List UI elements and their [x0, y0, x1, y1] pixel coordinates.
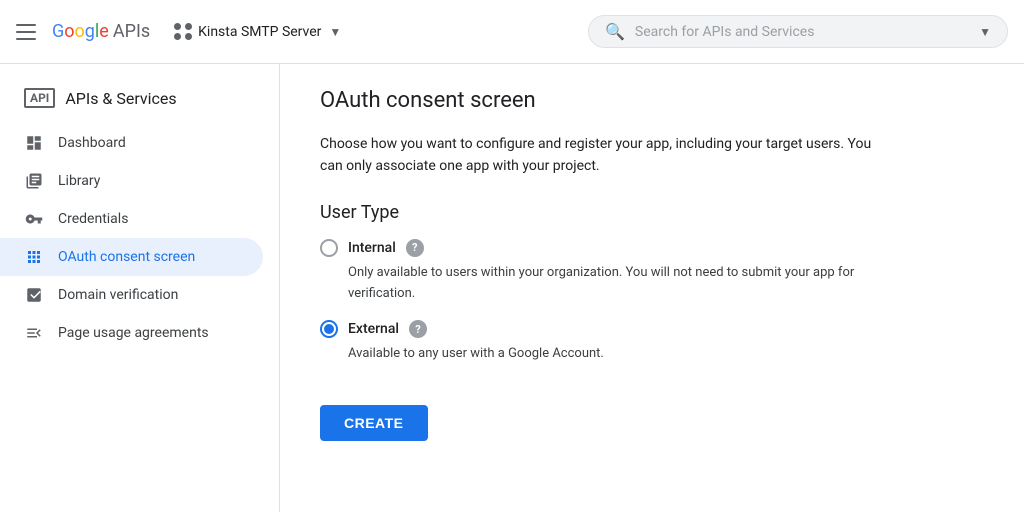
sidebar-item-credentials[interactable]: Credentials — [0, 200, 263, 238]
sidebar-item-domain[interactable]: Domain verification — [0, 276, 263, 314]
sidebar-item-domain-label: Domain verification — [58, 287, 178, 303]
user-type-title: User Type — [320, 202, 984, 223]
option-external: External ? Available to any user with a … — [320, 320, 984, 365]
api-badge: API — [24, 88, 55, 108]
project-name: Kinsta SMTP Server — [198, 24, 321, 40]
sidebar-item-oauth[interactable]: OAuth consent screen — [0, 238, 263, 276]
project-selector[interactable]: Kinsta SMTP Server ▼ — [166, 19, 349, 45]
search-bar[interactable]: 🔍 Search for APIs and Services ▼ — [588, 15, 1008, 48]
radio-row-internal: Internal ? — [320, 239, 984, 257]
dashboard-icon — [24, 134, 44, 152]
layout: API APIs & Services Dashboard Library Cr… — [0, 64, 1024, 512]
apis-text: APIs — [113, 21, 150, 42]
library-icon — [24, 172, 44, 190]
help-icon-internal[interactable]: ? — [406, 239, 424, 257]
sidebar-item-credentials-label: Credentials — [58, 211, 128, 227]
sidebar-item-library[interactable]: Library — [0, 162, 263, 200]
sidebar-header: API APIs & Services — [0, 72, 279, 124]
sidebar-section-title: APIs & Services — [65, 89, 176, 108]
create-button[interactable]: CREATE — [320, 405, 428, 441]
google-logo-text: Google — [52, 21, 109, 42]
oauth-icon — [24, 248, 44, 266]
sidebar-item-oauth-label: OAuth consent screen — [58, 249, 195, 265]
search-placeholder-text: Search for APIs and Services — [635, 24, 969, 40]
sidebar-item-page-usage[interactable]: Page usage agreements — [0, 314, 263, 352]
radio-external[interactable] — [320, 320, 338, 338]
option-internal: Internal ? Only available to users withi… — [320, 239, 984, 305]
project-chevron-icon: ▼ — [329, 25, 341, 39]
internal-description: Only available to users within your orga… — [320, 263, 860, 305]
external-description: Available to any user with a Google Acco… — [320, 344, 860, 365]
description-text: Choose how you want to configure and reg… — [320, 133, 880, 178]
help-icon-external[interactable]: ? — [409, 320, 427, 338]
main-content: OAuth consent screen Choose how you want… — [280, 64, 1024, 512]
menu-icon[interactable] — [16, 20, 40, 44]
search-chevron-icon: ▼ — [979, 25, 991, 39]
sidebar-item-dashboard[interactable]: Dashboard — [0, 124, 263, 162]
radio-external-inner — [324, 324, 334, 334]
radio-row-external: External ? — [320, 320, 984, 338]
sidebar-item-library-label: Library — [58, 173, 100, 189]
sidebar: API APIs & Services Dashboard Library Cr… — [0, 64, 280, 512]
google-apis-logo: Google APIs — [52, 21, 150, 42]
radio-internal[interactable] — [320, 239, 338, 257]
sidebar-item-dashboard-label: Dashboard — [58, 135, 126, 151]
search-icon: 🔍 — [605, 22, 625, 41]
credentials-icon — [24, 210, 44, 228]
radio-external-label: External — [348, 321, 399, 337]
page-usage-icon — [24, 324, 44, 342]
sidebar-item-page-usage-label: Page usage agreements — [58, 325, 209, 341]
top-nav: Google APIs Kinsta SMTP Server ▼ 🔍 Searc… — [0, 0, 1024, 64]
domain-icon — [24, 286, 44, 304]
project-icon — [174, 23, 192, 41]
page-title: OAuth consent screen — [320, 88, 984, 113]
radio-internal-label: Internal — [348, 240, 396, 256]
